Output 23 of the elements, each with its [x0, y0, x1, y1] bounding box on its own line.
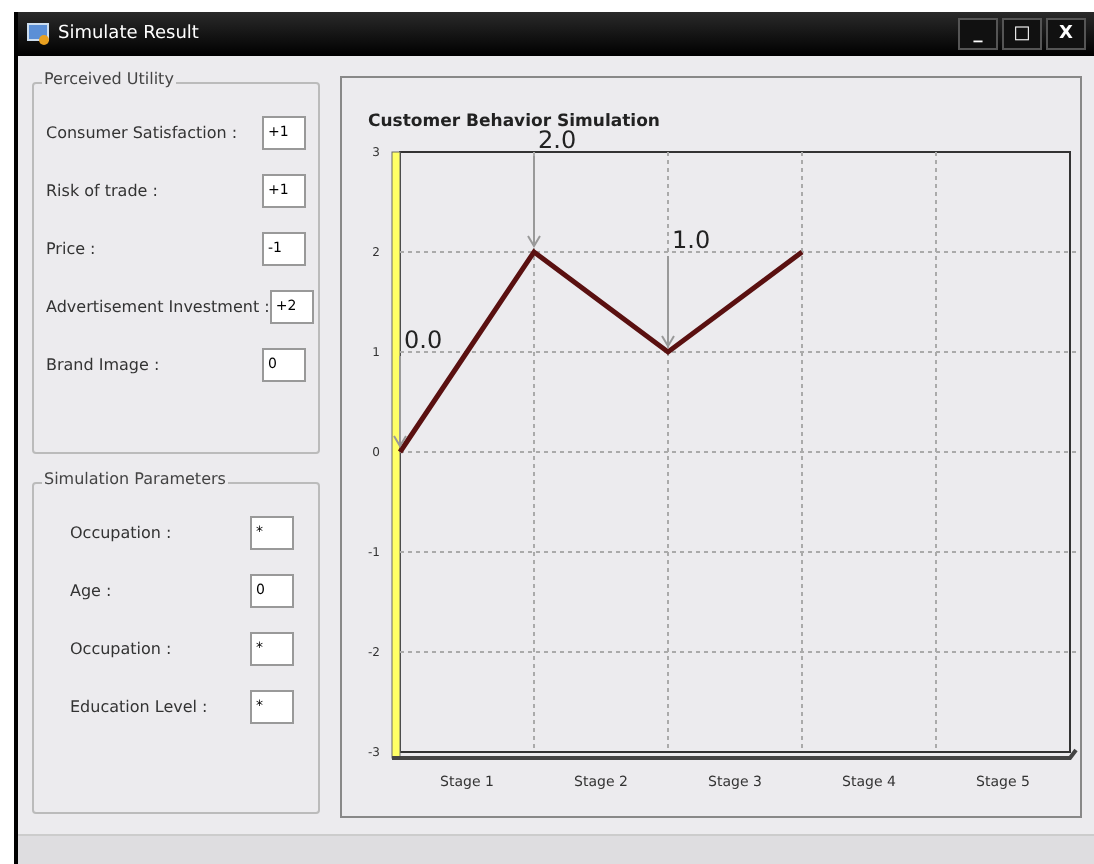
minimize-button[interactable]: _ — [958, 18, 998, 50]
group-title: Simulation Parameters — [42, 470, 228, 488]
window-title: Simulate Result — [58, 24, 201, 44]
field-label: Occupation : — [70, 523, 172, 541]
annotation: 1.0 — [672, 226, 711, 254]
field-label: Consumer Satisfaction : — [46, 123, 238, 141]
annotation: 2.0 — [538, 126, 577, 154]
maximize-button[interactable]: □ — [1002, 18, 1042, 50]
annotation: 0.0 — [404, 326, 443, 354]
chart-title: Customer Behavior Simulation — [368, 112, 660, 132]
value-annotation: 1.0 — [661, 226, 711, 348]
field-label: Age : — [70, 581, 112, 599]
field-label: Brand Image : — [46, 355, 160, 373]
field-label: Risk of trade : — [46, 181, 158, 199]
close-button[interactable]: X — [1046, 18, 1086, 50]
value-annotation: 2.0 — [527, 126, 577, 248]
field-label: Education Level : — [70, 697, 208, 715]
group-title: Perceived Utility — [42, 70, 176, 88]
field-label: Price : — [46, 239, 96, 257]
value-annotation: 0.0 — [393, 326, 443, 448]
field-label: Occupation : — [70, 639, 172, 657]
field-label: Advertisement Investment : — [46, 297, 270, 315]
app-icon — [26, 22, 50, 46]
